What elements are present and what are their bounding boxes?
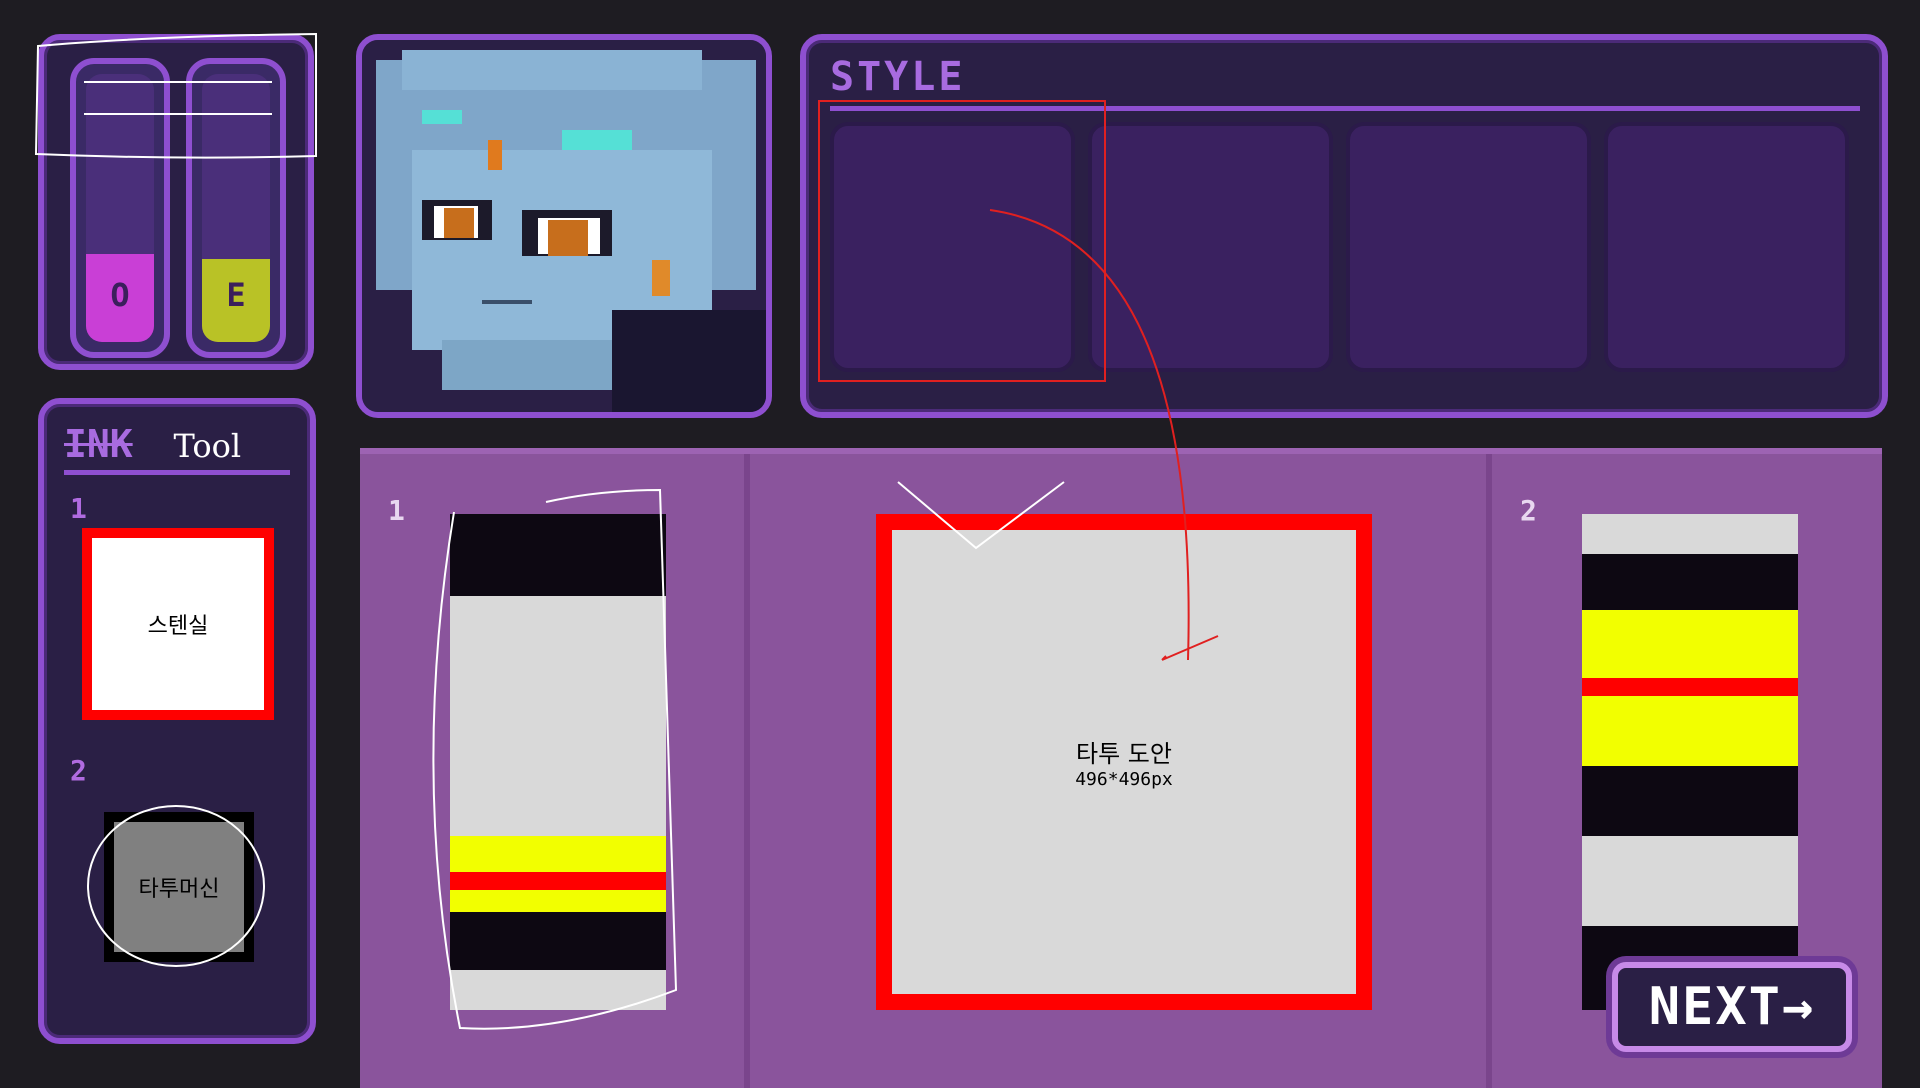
left-strip-number: 1 (388, 494, 405, 527)
tool-panel: INK Tool 1 스텐실 2 타투머신 (38, 398, 316, 1044)
ink-tube-e[interactable]: E (186, 58, 286, 358)
strip-band (450, 970, 666, 1010)
strip-band (450, 596, 666, 836)
strip-band (1582, 514, 1798, 554)
tattoo-machine-button[interactable]: 타투머신 (104, 812, 254, 962)
strip-band (1582, 696, 1798, 766)
strip-band (1582, 766, 1798, 836)
strip-band (450, 514, 666, 596)
ink-panel: O E (38, 34, 314, 370)
right-strip-number: 2 (1520, 494, 1537, 527)
ink-letter-e: E (226, 276, 246, 314)
ink-letter-o: O (110, 276, 130, 314)
character-portrait (362, 40, 766, 412)
workspace-divider-right (1486, 454, 1492, 1088)
left-layer-strip[interactable] (450, 514, 666, 1010)
strip-band (450, 836, 666, 872)
ink-tube-o[interactable]: O (70, 58, 170, 358)
strip-band (1582, 836, 1798, 926)
strip-band (1582, 554, 1798, 610)
style-title: STYLE (830, 54, 966, 100)
tool-number-2: 2 (70, 754, 87, 787)
strip-band (450, 890, 666, 912)
tool-title-underline (64, 470, 290, 475)
style-slot-3[interactable] (1346, 122, 1591, 372)
stencil-label: 스텐실 (147, 614, 209, 639)
tool-title-struck: INK (64, 422, 133, 466)
strip-band (450, 912, 666, 970)
next-button[interactable]: NEXT→ (1612, 962, 1852, 1052)
strip-band (450, 872, 666, 890)
tattoo-design-canvas[interactable]: 타투 도안 496*496px (876, 514, 1372, 1010)
tattoo-machine-label: 타투머신 (138, 877, 220, 902)
workspace-divider-left (744, 454, 750, 1088)
style-slot-2[interactable] (1088, 122, 1333, 372)
stencil-button[interactable]: 스텐실 (82, 528, 274, 720)
strip-band (1582, 610, 1798, 678)
canvas-size: 496*496px (1075, 769, 1173, 790)
right-layer-strip[interactable] (1582, 514, 1798, 1010)
tool-number-1: 1 (70, 492, 87, 525)
style-slot-annotation (818, 100, 1106, 382)
style-slot-4[interactable] (1604, 122, 1849, 372)
portrait-panel (356, 34, 772, 418)
tool-title: Tool (173, 427, 242, 465)
strip-band (1582, 678, 1798, 696)
canvas-title: 타투 도안 (1076, 740, 1172, 768)
